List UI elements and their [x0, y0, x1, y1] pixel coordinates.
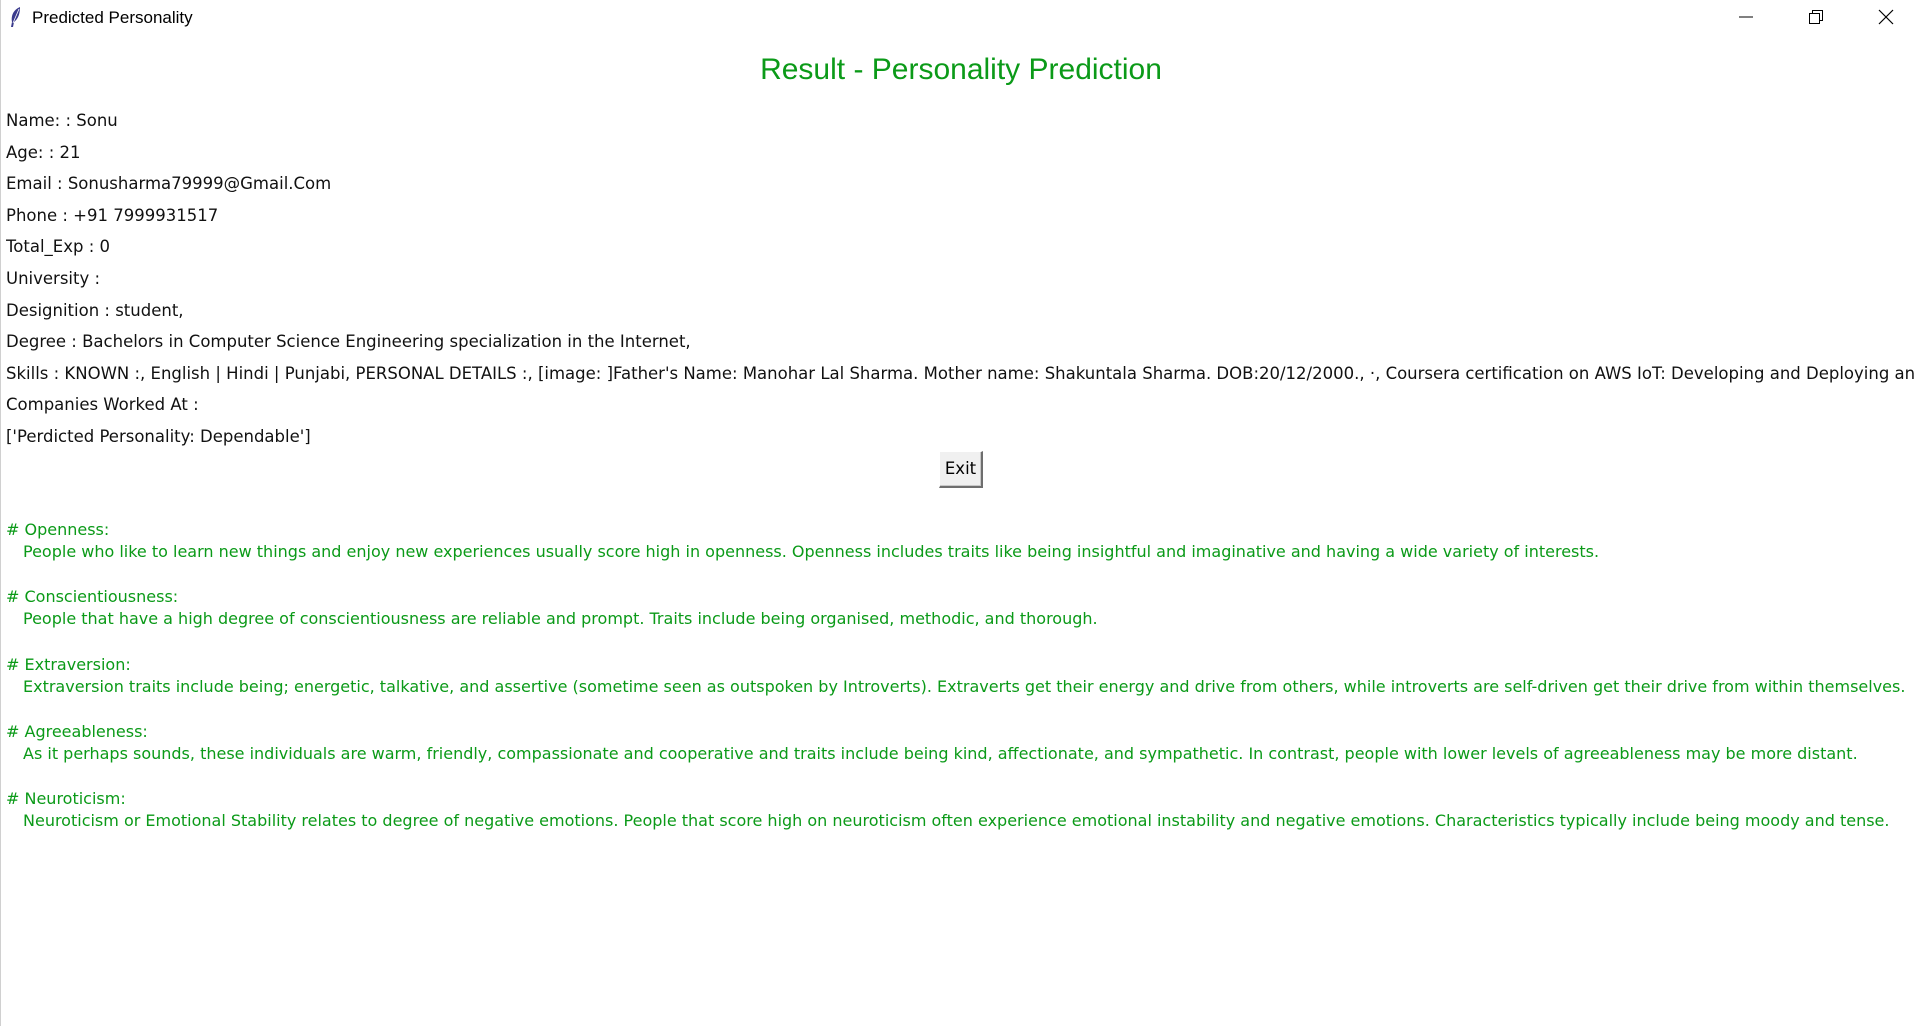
- info-total-exp: Total_Exp : 0: [6, 237, 110, 256]
- trait-agreeableness-heading: # Agreeableness:: [6, 722, 148, 741]
- restore-button[interactable]: [1781, 0, 1851, 34]
- page-title: Result - Personality Prediction: [760, 53, 1162, 86]
- trait-extraversion-heading: # Extraversion:: [6, 655, 131, 674]
- feather-icon: [8, 6, 22, 28]
- trait-agreeableness-description: As it perhaps sounds, these individuals …: [23, 744, 1858, 763]
- result-panel: Result - Personality Prediction Name: : …: [1, 37, 1920, 1026]
- predicted-personality: ['Perdicted Personality: Dependable']: [6, 427, 311, 446]
- info-designation: Designition : student,: [6, 301, 184, 320]
- info-phone: Phone : +91 7999931517: [6, 206, 219, 225]
- info-university: University :: [6, 269, 101, 288]
- minimize-icon: [1739, 16, 1753, 18]
- minimize-button[interactable]: [1711, 0, 1781, 34]
- info-skills: Skills : KNOWN :, English | Hindi | Punj…: [6, 364, 1920, 383]
- close-icon: [1878, 9, 1894, 25]
- title-bar[interactable]: Predicted Personality: [1, 0, 1920, 37]
- info-degree: Degree : Bachelors in Computer Science E…: [6, 332, 691, 351]
- close-button[interactable]: [1851, 0, 1920, 34]
- trait-extraversion-description: Extraversion traits include being; energ…: [23, 677, 1906, 696]
- info-age: Age: : 21: [6, 143, 81, 162]
- trait-conscientiousness-description: People that have a high degree of consci…: [23, 609, 1098, 628]
- trait-neuroticism-description: Neuroticism or Emotional Stability relat…: [23, 811, 1890, 830]
- app-window: Predicted Personality Result - Personali…: [0, 0, 1920, 1026]
- restore-icon: [1809, 10, 1823, 24]
- window-title: Predicted Personality: [32, 8, 193, 27]
- info-email: Email : Sonusharma79999@Gmail.Com: [6, 174, 332, 193]
- exit-button[interactable]: Exit: [939, 451, 983, 488]
- trait-openness-description: People who like to learn new things and …: [23, 542, 1600, 561]
- trait-openness-heading: # Openness:: [6, 520, 110, 539]
- info-companies: Companies Worked At :: [6, 395, 199, 414]
- info-name: Name: : Sonu: [6, 111, 118, 130]
- trait-neuroticism-heading: # Neuroticism:: [6, 789, 126, 808]
- trait-conscientiousness-heading: # Conscientiousness:: [6, 587, 179, 606]
